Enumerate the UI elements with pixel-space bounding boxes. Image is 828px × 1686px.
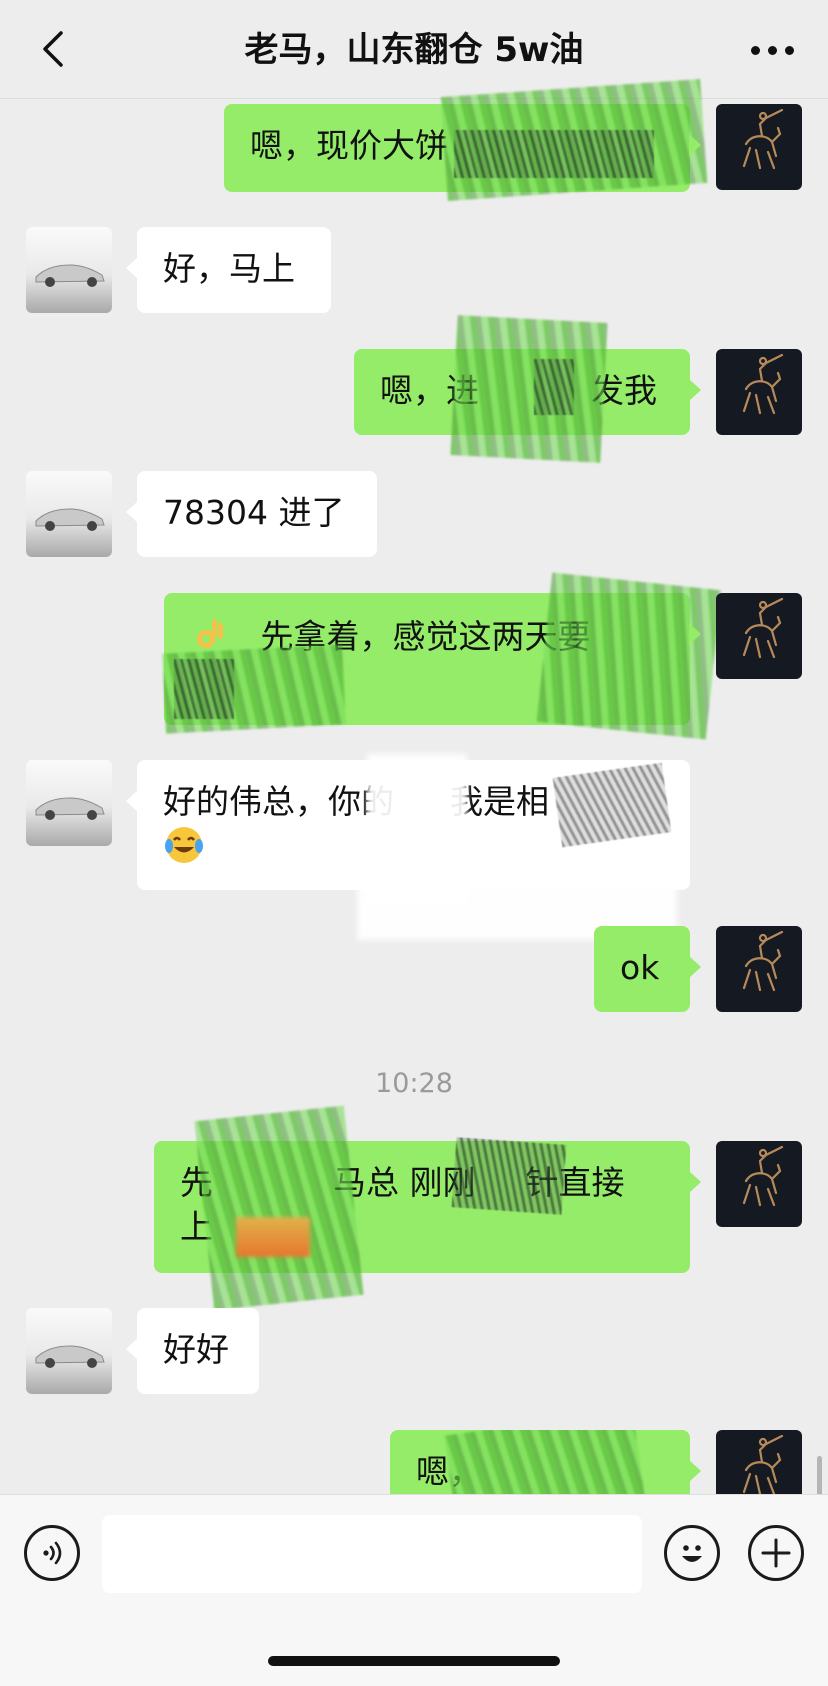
more-dot [767, 45, 777, 55]
redaction-scribble [534, 359, 574, 415]
more-dot [784, 45, 794, 55]
voice-icon [43, 1541, 62, 1565]
message-bubble-outgoing[interactable]: 先 马总 刚刚 针直接 上 [154, 1105, 701, 1311]
message-text-tail: 针直接 [525, 1163, 625, 1202]
emoji-button[interactable] [664, 1525, 720, 1581]
message-text-middle: 马总 刚刚 [333, 1163, 476, 1202]
message-row: 嗯，我 [0, 1430, 828, 1494]
contact-avatar[interactable] [26, 227, 112, 313]
message-text: 嗯， [416, 1452, 482, 1491]
message-text: 好，马上 [163, 249, 295, 288]
my-avatar[interactable] [716, 1141, 802, 1227]
message-bubble-outgoing[interactable]: 嗯，现价大饼 [224, 79, 708, 201]
message-text: 先拿着，感觉这两天要 [260, 617, 591, 656]
contact-avatar[interactable] [26, 1308, 112, 1394]
emoji-icon [682, 1545, 702, 1562]
my-avatar[interactable] [716, 1430, 802, 1494]
message-bubble-incoming[interactable]: 78304 进了 [126, 471, 377, 557]
message-bubble-incoming[interactable]: 好好 [126, 1308, 259, 1394]
contact-avatar[interactable] [26, 471, 112, 557]
message-bubble-outgoing[interactable]: 嗯，我 [390, 1430, 701, 1494]
ok-hand-emoji [190, 613, 230, 664]
my-avatar[interactable] [716, 593, 802, 679]
more-dots-icon [750, 45, 760, 55]
polo-horse-icon [742, 353, 784, 415]
polo-horse-icon [742, 597, 784, 659]
polo-horse-icon [742, 108, 784, 170]
message-text: 嗯，进 [380, 371, 479, 410]
more-button[interactable] [744, 30, 800, 70]
plus-button[interactable] [748, 1525, 804, 1581]
chat-header: 老马，山东翻仓 5w油 [0, 0, 828, 99]
my-avatar[interactable] [716, 104, 802, 190]
plus-icon [761, 1538, 791, 1568]
sports-car-icon [35, 797, 105, 820]
message-bubble-incoming[interactable]: 好，马上 [126, 227, 331, 313]
polo-horse-icon [742, 930, 784, 992]
back-button[interactable] [30, 26, 76, 72]
message-text: 嗯，现价大饼 [250, 126, 448, 165]
message-text-tail: 发我 [591, 371, 657, 410]
message-timestamp: 10:28 [375, 1068, 453, 1099]
message-text: 好好 [163, 1330, 229, 1369]
message-text: 先 [180, 1163, 213, 1202]
redaction-scribble [552, 762, 672, 848]
message-bubble-outgoing[interactable]: 嗯，进 发我 [354, 315, 701, 463]
chat-title: 老马，山东翻仓 5w油 [244, 30, 584, 70]
polo-horse-icon [742, 1145, 784, 1207]
redaction-scribble [536, 572, 722, 740]
message-bubble-incoming[interactable]: 好的伟总，你的 我是相 [126, 754, 690, 940]
voice-button[interactable] [24, 1525, 80, 1581]
message-text-tail: 我是相 [450, 782, 549, 821]
redaction-scribble [194, 1105, 364, 1311]
redaction-scribble [454, 130, 654, 178]
message-bubble-outgoing[interactable]: ok [594, 926, 701, 1012]
chevron-left-icon [43, 31, 63, 67]
message-text: 好的伟总，你的 [163, 782, 394, 821]
message-input[interactable] [102, 1515, 642, 1593]
message-text-line2: 上 [180, 1207, 213, 1246]
redaction-scribble [236, 1217, 310, 1257]
sports-car-icon [35, 1345, 105, 1368]
my-avatar[interactable] [716, 349, 802, 435]
message-text: 78304 进了 [163, 493, 345, 532]
contact-avatar[interactable] [26, 760, 112, 846]
redaction-scribble [367, 754, 467, 904]
redaction-scribble [174, 659, 234, 719]
home-indicator[interactable] [268, 1656, 560, 1666]
sports-car-icon [35, 508, 105, 531]
polo-horse-icon [742, 1434, 784, 1494]
message-text: ok [620, 948, 660, 987]
tears-of-joy-emoji [163, 824, 205, 877]
my-avatar[interactable] [716, 926, 802, 1012]
sports-car-icon [35, 264, 105, 287]
message-bubble-outgoing[interactable]: 先拿着，感觉这两天要 [162, 572, 722, 740]
